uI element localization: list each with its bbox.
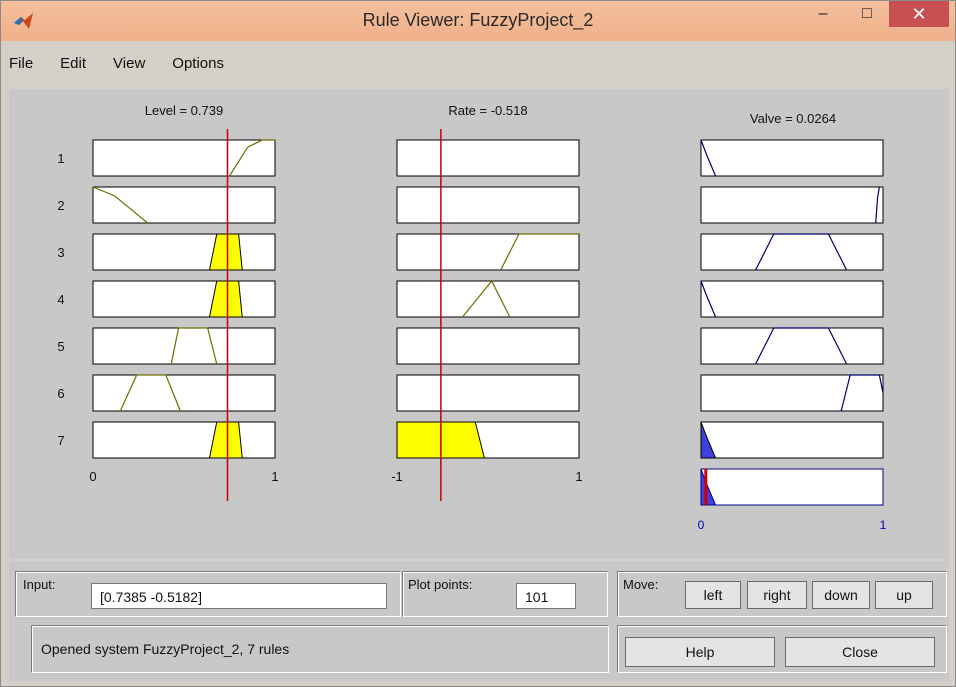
level-axis-min: 0 [89, 469, 96, 484]
level-header: Level = 0.739 [145, 103, 223, 118]
level-rule-box-5[interactable] [92, 327, 276, 365]
valve-rule-box-5[interactable] [700, 327, 884, 365]
level-rule-box-4[interactable] [92, 280, 276, 318]
rule-viewer-window: Rule Viewer: FuzzyProject_2 – □ ✕ File E… [0, 0, 956, 687]
rate-axis-min: -1 [391, 469, 403, 484]
rate-header: Rate = -0.518 [448, 103, 527, 118]
menu-view[interactable]: View [113, 55, 156, 77]
move-down-button[interactable]: down [812, 581, 870, 609]
title-bar[interactable]: Rule Viewer: FuzzyProject_2 – □ ✕ [1, 1, 955, 41]
level-rule-box-7[interactable] [92, 421, 276, 459]
window-close-button[interactable]: ✕ [889, 1, 949, 27]
valve-rule-box-7[interactable] [700, 421, 884, 459]
maximize-button[interactable]: □ [845, 1, 889, 27]
rule-number-7: 7 [57, 433, 64, 448]
minimize-button[interactable]: – [801, 1, 845, 27]
valve-axis-min: 0 [698, 518, 705, 532]
move-label: Move: [623, 577, 659, 592]
valve-header: Valve = 0.0264 [750, 111, 836, 126]
move-up-button[interactable]: up [875, 581, 933, 609]
rule-number-4: 4 [57, 292, 64, 307]
rule-number-5: 5 [57, 339, 64, 354]
input-field[interactable]: [0.7385 -0.5182] [91, 583, 387, 609]
valve-rule-box-6[interactable] [700, 374, 884, 412]
menu-options[interactable]: Options [172, 55, 235, 77]
close-button[interactable]: Close [785, 637, 935, 667]
rule-number-6: 6 [57, 386, 64, 401]
control-panel: Input: [0.7385 -0.5182] Plot points: 101… [9, 561, 949, 681]
menu-bar: File Edit View Options [9, 55, 251, 77]
level-rule-box-1[interactable] [92, 139, 276, 177]
valve-rule-box-3[interactable] [700, 233, 884, 271]
menu-edit[interactable]: Edit [60, 55, 97, 77]
rate-rule-box-2[interactable] [396, 186, 580, 224]
valve-rule-box-2[interactable] [700, 186, 884, 224]
rule-number-1: 1 [57, 151, 64, 166]
rate-rule-box-3[interactable] [396, 233, 580, 271]
rule-number-3: 3 [57, 245, 64, 260]
level-rule-box-3[interactable] [92, 233, 276, 271]
rule-plots[interactable]: Level = 0.739 Rate = -0.518 Valve = 0.0264… [9, 89, 949, 559]
valve-rule-box-1[interactable] [700, 139, 884, 177]
move-right-button[interactable]: right [747, 581, 807, 609]
rule-plot-area: Level = 0.739 Rate = -0.518 Valve = 0.0264… [9, 89, 949, 559]
rule-number-2: 2 [57, 198, 64, 213]
valve-aggregate-box[interactable] [700, 468, 884, 506]
rate-rule-box-6[interactable] [396, 374, 580, 412]
level-axis-max: 1 [271, 469, 278, 484]
level-rule-box-6[interactable] [92, 374, 276, 412]
rate-rule-box-1[interactable] [396, 139, 580, 177]
rate-axis-max: 1 [575, 469, 582, 484]
level-rule-box-2[interactable] [92, 186, 276, 224]
input-label: Input: [23, 577, 56, 592]
rate-rule-box-5[interactable] [396, 327, 580, 365]
valve-rule-box-4[interactable] [700, 280, 884, 318]
valve-axis-max: 1 [880, 518, 887, 532]
menu-file[interactable]: File [9, 55, 44, 77]
plot-points-field[interactable]: 101 [516, 583, 576, 609]
help-button[interactable]: Help [625, 637, 775, 667]
move-left-button[interactable]: left [685, 581, 741, 609]
plot-points-label: Plot points: [408, 577, 473, 592]
status-text: Opened system FuzzyProject_2, 7 rules [41, 641, 290, 657]
